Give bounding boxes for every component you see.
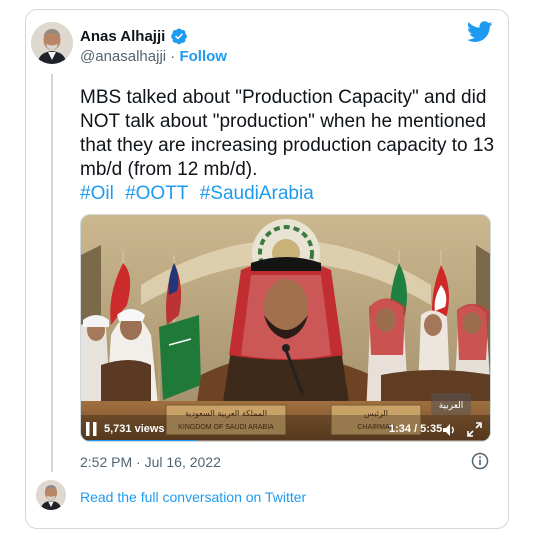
fullscreen-icon[interactable]	[467, 422, 482, 437]
tweet-text: MBS talked about "Production Capacity" a…	[80, 87, 495, 180]
author-avatar-small[interactable]	[36, 480, 66, 510]
verified-badge-icon	[171, 28, 188, 45]
thread-line	[51, 74, 53, 472]
read-conversation-link[interactable]: Read the full conversation on Twitter	[80, 489, 306, 505]
info-icon[interactable]	[471, 452, 489, 470]
video-time: 1:34 / 5:35	[389, 423, 443, 435]
hashtags: #Oil #OOTT #SaudiArabia	[80, 182, 320, 206]
follow-button[interactable]: Follow	[179, 48, 227, 65]
tweet-timestamp[interactable]: 2:52 PM · Jul 16, 2022	[80, 454, 221, 470]
hashtag-oil[interactable]: #Oil	[80, 183, 114, 204]
hashtag-oott[interactable]: #OOTT	[125, 183, 188, 204]
video-frame: المملكة العربية السعودية KINGDOM OF SAUD…	[81, 215, 490, 441]
volume-icon[interactable]	[441, 422, 457, 438]
video-controls: 5,731 views 1:34 / 5:35	[80, 418, 491, 442]
play-icon[interactable]	[86, 422, 97, 436]
nameplate-left-arabic: المملكة العربية السعودية	[185, 409, 267, 418]
video-player[interactable]: المملكة العربية السعودية KINGDOM OF SAUD…	[80, 214, 491, 442]
author-name-row: Anas Alhajji	[80, 27, 188, 45]
author-display-name[interactable]: Anas Alhajji	[80, 28, 165, 45]
twitter-bird-icon[interactable]	[467, 21, 493, 43]
hashtag-saudiarabia[interactable]: #SaudiArabia	[200, 183, 314, 204]
author-handle-row: @anasalhajji · Follow	[80, 48, 227, 65]
author-handle[interactable]: @anasalhajji	[80, 48, 166, 65]
handle-separator: ·	[170, 48, 176, 65]
video-views: 5,731 views	[104, 423, 165, 435]
channel-watermark: العربية	[439, 401, 464, 411]
author-avatar[interactable]	[31, 22, 73, 64]
nameplate-right-arabic: الرئيس	[364, 409, 388, 418]
